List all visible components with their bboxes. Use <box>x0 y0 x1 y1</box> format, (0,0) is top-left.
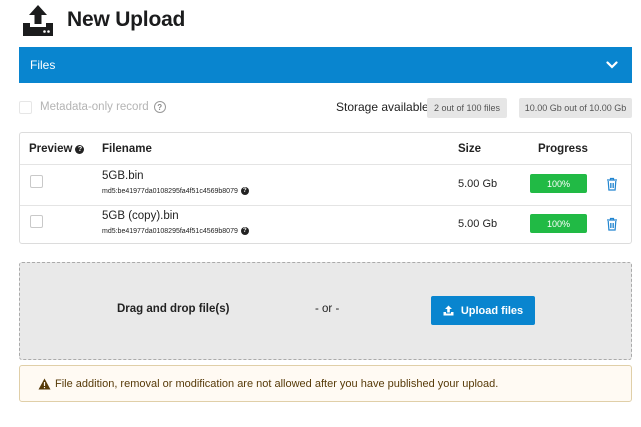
warning-triangle-icon <box>38 378 51 390</box>
upload-files-button[interactable]: Upload files <box>431 296 535 325</box>
storage-files-count-badge: 2 out of 100 files <box>427 98 507 118</box>
upload-tray-icon <box>20 2 56 38</box>
table-row: 5GB (copy).bin md5:be41977da0108295fa4f5… <box>20 205 631 245</box>
column-header-progress: Progress <box>538 143 588 155</box>
preview-checkbox[interactable] <box>30 215 43 228</box>
question-circle-icon[interactable]: ? <box>75 144 85 154</box>
file-name: 5GB (copy).bin <box>102 210 179 222</box>
upload-files-label: Upload files <box>460 304 524 317</box>
progress-bar: 100% <box>530 174 587 193</box>
table-row: 5GB.bin md5:be41977da0108295fa4f51c4569b… <box>20 165 631 205</box>
preview-checkbox[interactable] <box>30 175 43 188</box>
storage-available-label: Storage available <box>336 100 429 114</box>
storage-size-badge: 10.00 Gb out of 10.00 Gb <box>519 98 632 118</box>
metadata-only-checkbox[interactable] <box>19 100 32 114</box>
chevron-down-icon[interactable] <box>606 58 620 72</box>
file-size: 5.00 Gb <box>458 218 498 230</box>
column-header-filename: Filename <box>102 143 152 155</box>
metadata-storage-row: Metadata-only record ? Storage available… <box>19 96 632 118</box>
file-checksum-text: md5:be41977da0108295fa4f51c4569b8079 <box>102 187 238 195</box>
question-circle-icon[interactable]: ? <box>153 101 166 113</box>
metadata-only-label: Metadata-only record <box>40 101 149 113</box>
question-circle-icon[interactable]: ? <box>240 187 249 195</box>
drag-drop-label: Drag and drop file(s) <box>117 303 230 315</box>
column-header-preview-label: Preview <box>29 143 73 155</box>
file-dropzone[interactable]: Drag and drop file(s) - or - Upload file… <box>19 262 632 360</box>
column-header-size: Size <box>458 143 482 155</box>
question-circle-icon[interactable]: ? <box>240 227 249 235</box>
page-header: New Upload <box>20 0 185 40</box>
trash-icon[interactable] <box>606 177 618 191</box>
file-size: 5.00 Gb <box>458 178 498 190</box>
files-accordion-header[interactable]: Files <box>19 47 632 83</box>
files-table: Preview ? Filename Size Progress 5GB.bin… <box>19 132 632 244</box>
progress-bar: 100% <box>530 214 587 233</box>
files-accordion-label: Files <box>30 58 56 72</box>
upload-icon <box>443 305 454 316</box>
page-title: New Upload <box>67 8 186 31</box>
file-checksum: md5:be41977da0108295fa4f51c4569b8079 ? <box>102 187 249 195</box>
publish-warning-text: File addition, removal or modification a… <box>55 377 499 390</box>
file-name: 5GB.bin <box>102 170 144 182</box>
publish-warning-message: File addition, removal or modification a… <box>19 365 632 402</box>
file-checksum: md5:be41977da0108295fa4f51c4569b8079 ? <box>102 227 249 235</box>
trash-icon[interactable] <box>606 217 618 231</box>
file-checksum-text: md5:be41977da0108295fa4f51c4569b8079 <box>102 227 238 235</box>
column-header-preview: Preview ? <box>29 143 85 155</box>
or-separator: - or - <box>315 303 340 315</box>
